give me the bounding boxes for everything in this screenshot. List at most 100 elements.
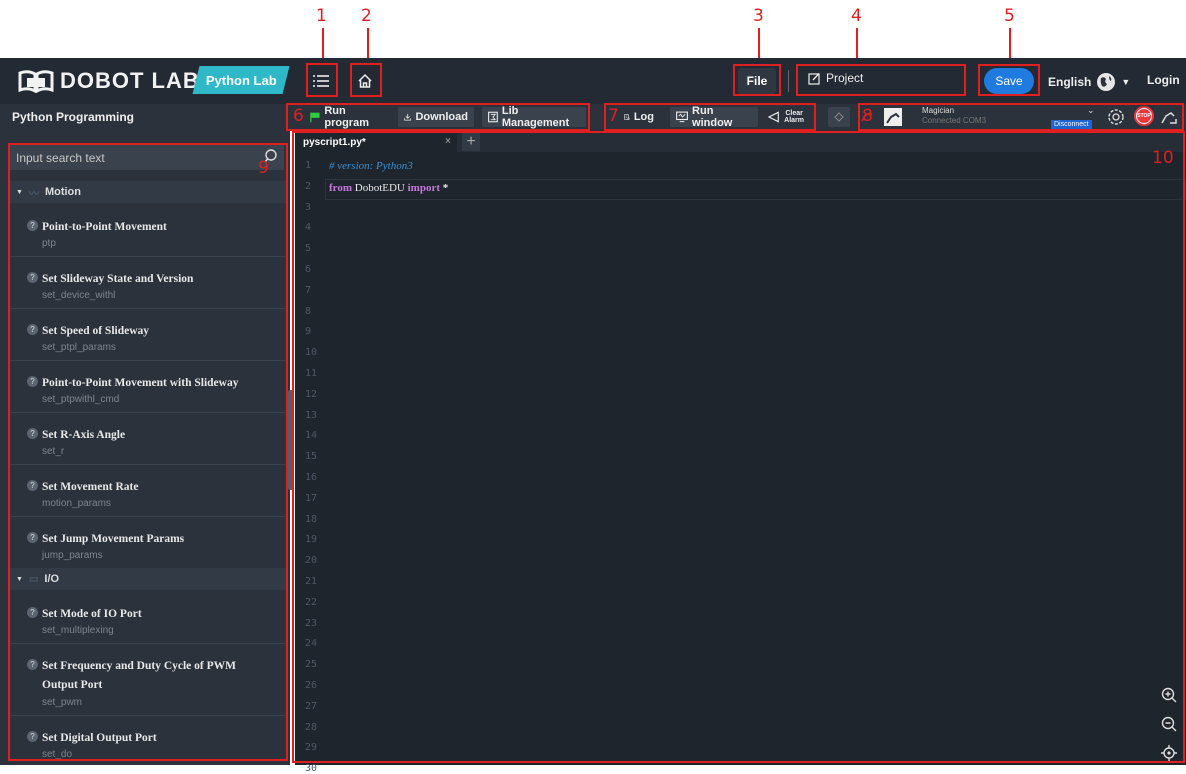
home-icon xyxy=(358,73,372,88)
search-input[interactable] xyxy=(14,147,258,169)
item-title: Set Digital Output Port xyxy=(42,732,157,744)
line-number: 27 xyxy=(305,700,318,712)
save-button[interactable]: Save xyxy=(984,68,1034,94)
category-io[interactable]: ▼ ▭ I/O xyxy=(10,568,286,590)
home-button[interactable] xyxy=(350,66,380,96)
line-number: 25 xyxy=(305,659,318,671)
item-function: set_ptpwithl_cmd xyxy=(42,394,120,405)
item-title: Set R-Axis Angle xyxy=(42,429,126,441)
list-item[interactable]: ? Set Frequency and Duty Cycle of PWM Ou… xyxy=(10,643,286,716)
sidebar-scrollbar[interactable] xyxy=(288,390,293,490)
help-icon[interactable]: ? xyxy=(27,731,38,742)
clear-alarm-button[interactable]: Clear Alarm xyxy=(762,107,810,127)
arm-home-icon[interactable] xyxy=(1160,109,1178,125)
add-tab-button[interactable]: + xyxy=(462,133,480,151)
list-item[interactable]: ? Set Speed of Slideway set_ptpl_params xyxy=(10,308,286,361)
run-program-button[interactable]: Run program xyxy=(304,105,390,129)
line-number: 19 xyxy=(305,534,318,546)
help-icon[interactable]: ? xyxy=(27,607,38,618)
help-icon[interactable]: ? xyxy=(27,220,38,231)
item-title: Set Slideway State and Version xyxy=(42,273,194,285)
line-number: 26 xyxy=(305,680,318,691)
run-window-button[interactable]: Run window xyxy=(670,105,758,129)
lib-management-button[interactable]: Lib Management xyxy=(482,105,586,129)
current-line-highlight xyxy=(325,179,1186,200)
item-title: Point-to-Point Movement with Slideway xyxy=(42,377,239,389)
category-motion[interactable]: ▼ 〰 Motion xyxy=(10,181,286,203)
help-icon[interactable]: ? xyxy=(27,532,38,543)
line-number: 12 xyxy=(305,388,318,400)
stop-button[interactable]: STOP xyxy=(1134,106,1154,126)
top-bar: DOBOT LAB Python Lab File Project Save E… xyxy=(0,58,1186,104)
wildcard: * xyxy=(442,182,449,194)
menu-icon xyxy=(313,75,329,87)
code-line-1: # version: Python3 xyxy=(329,160,413,172)
item-function: jump_params xyxy=(42,550,103,561)
list-item[interactable]: ? Set R-Axis Angle set_r xyxy=(10,412,286,465)
list-item[interactable]: ? Set Slideway State and Version set_dev… xyxy=(10,256,286,309)
help-icon[interactable]: ? xyxy=(27,428,38,439)
monitor-icon xyxy=(676,111,688,123)
tab-pyscript1[interactable]: pyscript1.py* × xyxy=(295,133,457,152)
flag-icon xyxy=(310,112,320,123)
module-name: DobotEDU xyxy=(354,182,405,194)
help-icon[interactable]: ? xyxy=(27,480,38,491)
annotation-3: 3 xyxy=(753,6,764,26)
list-item[interactable]: ? Point-to-Point Movement with Slideway … xyxy=(10,360,286,413)
line-number: 4 xyxy=(305,222,312,234)
download-button[interactable]: Download xyxy=(398,107,474,127)
menu-button[interactable] xyxy=(306,66,336,96)
line-number: 18 xyxy=(305,513,318,525)
help-icon[interactable]: ? xyxy=(27,659,38,670)
help-icon[interactable]: ? xyxy=(27,272,38,283)
line-number: 11 xyxy=(305,368,318,379)
device-chevron-down-icon[interactable]: ⌄ xyxy=(1087,105,1095,116)
reset-button[interactable] xyxy=(828,107,850,127)
close-icon[interactable]: × xyxy=(445,136,451,147)
annotation-2: 2 xyxy=(361,6,372,26)
language-label: English xyxy=(1048,75,1092,89)
device-status: Connected COM3 xyxy=(922,116,987,125)
recenter-icon[interactable] xyxy=(1159,743,1179,763)
clear-alarm-label: Clear Alarm xyxy=(784,110,804,124)
line-number: 5 xyxy=(305,243,312,255)
globe-icon xyxy=(1097,73,1116,91)
item-function: ptp xyxy=(42,238,56,249)
line-number: 28 xyxy=(305,721,318,733)
item-function: set_multiplexing xyxy=(42,625,114,636)
keyword: from xyxy=(329,182,353,194)
item-function: motion_params xyxy=(42,498,111,509)
project-name-field[interactable]: Project xyxy=(808,71,863,85)
item-title: Point-to-Point Movement xyxy=(42,221,167,233)
log-button[interactable]: Log xyxy=(618,107,660,127)
disconnect-button[interactable]: Disconnect xyxy=(1051,120,1092,130)
annotation-8: 8 xyxy=(862,106,873,126)
list-item[interactable]: ? Point-to-Point Movement ptp xyxy=(10,204,286,257)
code-editor[interactable]: pyscript1.py* × + 1 2 3 4 5 6 7 8 9 10 11 12 13 14 15 1… xyxy=(295,130,1186,774)
zoom-in-icon[interactable] xyxy=(1159,685,1179,705)
item-title: Set Jump Movement Params xyxy=(42,533,185,545)
login-link[interactable]: Login xyxy=(1147,73,1180,87)
line-number: 3 xyxy=(305,201,312,213)
list-item[interactable]: ? Set Movement Rate motion_params xyxy=(10,464,286,517)
list-item[interactable]: ? Set Digital Output Port set_do xyxy=(10,715,286,765)
list-item[interactable]: ? Set Mode of IO Port set_multiplexing xyxy=(10,591,286,644)
help-icon[interactable]: ? xyxy=(27,324,38,335)
language-selector[interactable]: English ▼ xyxy=(1048,72,1130,92)
line-number: 29 xyxy=(305,742,318,754)
device-thumbnail xyxy=(884,108,902,126)
line-number: 8 xyxy=(305,305,312,317)
file-button[interactable]: File xyxy=(738,68,776,94)
category-label: Motion xyxy=(44,186,81,198)
download-icon xyxy=(404,113,412,121)
settings-icon[interactable] xyxy=(1106,107,1126,127)
list-item[interactable]: ? Set Jump Movement Params jump_params xyxy=(10,516,286,566)
log-icon xyxy=(624,114,630,120)
item-title: Set Frequency and Duty Cycle of PWM Outp… xyxy=(42,660,236,691)
book-logo-icon xyxy=(18,70,54,93)
edit-icon xyxy=(808,72,820,85)
zoom-out-icon[interactable] xyxy=(1159,714,1179,734)
annotation-7: 7 xyxy=(608,106,619,126)
brand-name: DOBOT LAB xyxy=(60,68,200,93)
help-icon[interactable]: ? xyxy=(27,376,38,387)
